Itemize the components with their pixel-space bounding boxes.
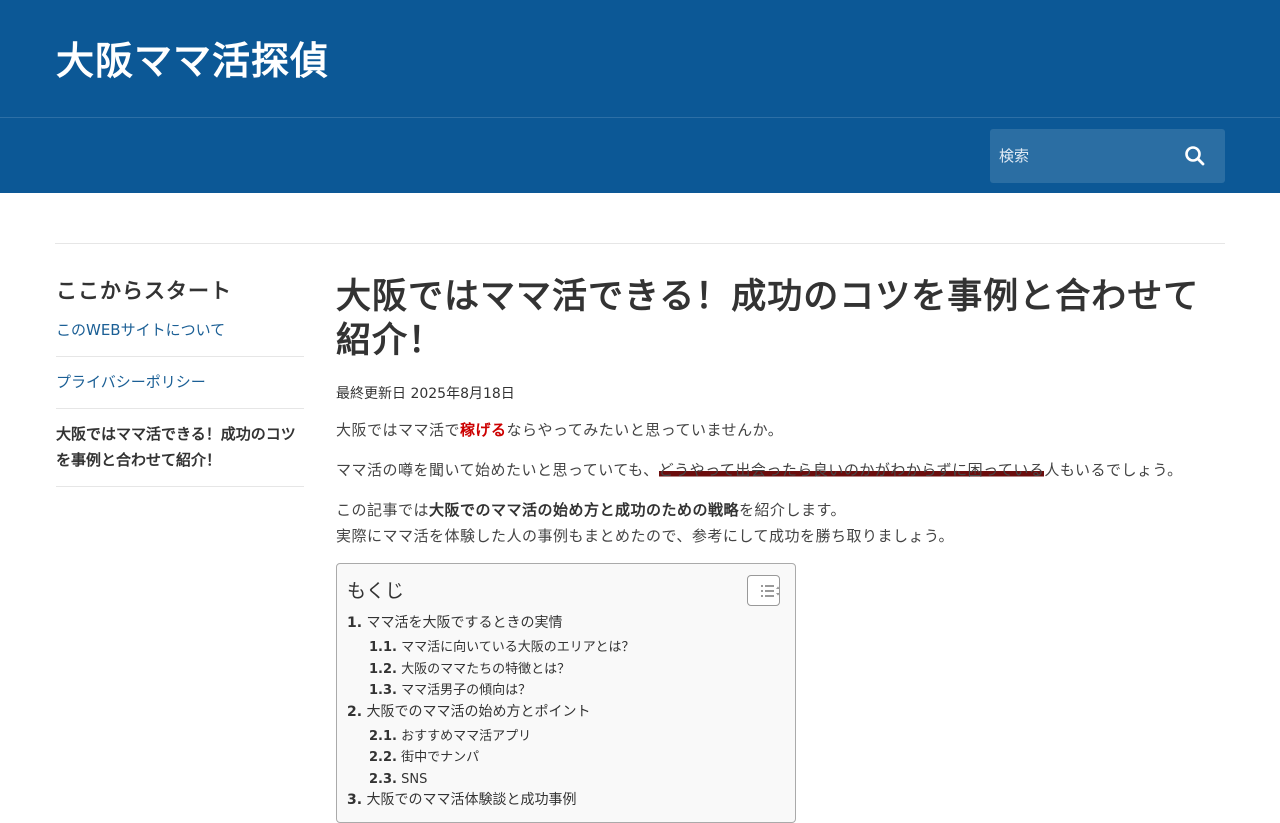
sidebar-link-privacy[interactable]: プライバシーポリシー [56, 373, 206, 391]
toc-item[interactable]: 2.2. 街中でナンパ [347, 747, 785, 769]
toc-item[interactable]: 2.3. SNS [347, 769, 785, 791]
sidebar-item-privacy: プライバシーポリシー [56, 357, 304, 409]
intro-paragraph-3: この記事では大阪でのママ活の始め方と成功のための戦略を紹介します。実際にママ活を… [336, 497, 1226, 549]
header-bar [0, 118, 1280, 193]
search-button[interactable] [1180, 141, 1210, 171]
text: を紹介します。 [739, 501, 847, 519]
site-header: 大阪ママ活探偵 [0, 0, 1280, 193]
content-divider [55, 243, 1225, 244]
text: 実際にママ活を体験した人の事例もまとめたので、参考にして成功を勝ち取りましょう。 [336, 527, 955, 545]
bold-text: 大阪でのママ活の始め方と成功のための戦略 [429, 501, 740, 519]
sidebar: ここからスタート このWEBサイトについて プライバシーポリシー 大阪ではママ活… [56, 275, 304, 487]
toc-item[interactable]: 2.1. おすすめママ活アプリ [347, 726, 785, 748]
text: ママ活の噂を聞いて始めたいと思っていても、 [336, 461, 659, 479]
intro-paragraph-2: ママ活の噂を聞いて始めたいと思っていても、どうやって出会ったら良いのかがわからず… [336, 457, 1226, 483]
last-updated: 最終更新日 2025年8月18日 [336, 386, 515, 402]
toc-item[interactable]: 3. 大阪でのママ活体験談と成功事例 [347, 790, 785, 811]
toc-item[interactable]: 1.2. 大阪のママたちの特徴とは？ [347, 659, 785, 681]
site-title[interactable]: 大阪ママ活探偵 [56, 30, 329, 85]
marker-highlight: どうやって出会ったら良いのかがわからずに困っている [658, 461, 1045, 479]
toc-list: 1. ママ活を大阪でするときの実情 1.1. ママ活に向いている大阪のエリアとは… [347, 613, 785, 811]
article-title: 大阪ではママ活できる！成功のコツを事例と合わせて紹介！ [336, 277, 1200, 361]
emphasis-text: 稼げる [460, 421, 507, 439]
toc-toggle-button[interactable] [747, 575, 780, 606]
sidebar-item-about: このWEBサイトについて [56, 317, 304, 357]
intro-paragraph-1: 大阪ではママ活で稼げるならやってみたいと思っていませんか。 [336, 417, 1226, 443]
search-form [990, 129, 1225, 183]
toc-item[interactable]: 2. 大阪でのママ活の始め方とポイント [347, 702, 785, 723]
toc-item[interactable]: 1.1. ママ活に向いている大阪のエリアとは？ [347, 637, 785, 659]
article: 大阪ではママ活できる！成功のコツを事例と合わせて紹介！ 最終更新日 2025年8… [336, 275, 1226, 549]
search-input[interactable] [990, 129, 1170, 183]
sidebar-list: このWEBサイトについて プライバシーポリシー 大阪ではママ活できる！成功のコツ… [56, 317, 304, 487]
toc-item[interactable]: 1. ママ活を大阪でするときの実情 [347, 613, 785, 634]
sidebar-link-about[interactable]: このWEBサイトについて [56, 321, 225, 339]
text: 人もいるでしょう。 [1044, 461, 1183, 479]
search-icon [1185, 146, 1205, 166]
toc-item[interactable]: 1.3. ママ活男子の傾向は？ [347, 680, 785, 702]
header-top: 大阪ママ活探偵 [0, 0, 1280, 118]
toc-title: もくじ [347, 580, 405, 602]
list-toggle-icon [761, 585, 780, 597]
sidebar-item-current-article: 大阪ではママ活できる！成功のコツを事例と合わせて紹介！ [56, 409, 304, 487]
text: 大阪ではママ活で [336, 421, 461, 439]
text: ならやってみたいと思っていませんか。 [506, 421, 784, 439]
table-of-contents: もくじ 1. ママ活を大阪でするときの実情 1.1. ママ活に向いている大阪のエ… [336, 563, 796, 823]
sidebar-heading: ここからスタート [56, 279, 232, 303]
text: この記事では [336, 501, 430, 519]
sidebar-link-current-article[interactable]: 大阪ではママ活できる！成功のコツを事例と合わせて紹介！ [56, 425, 296, 469]
